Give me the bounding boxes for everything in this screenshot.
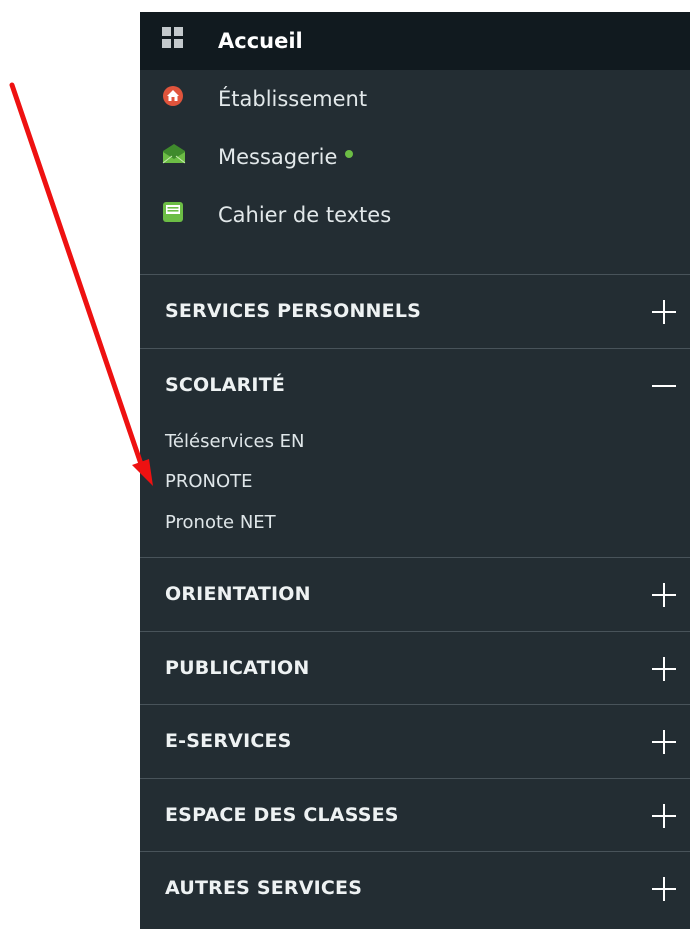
red-arrow-annotation: [9, 82, 153, 486]
